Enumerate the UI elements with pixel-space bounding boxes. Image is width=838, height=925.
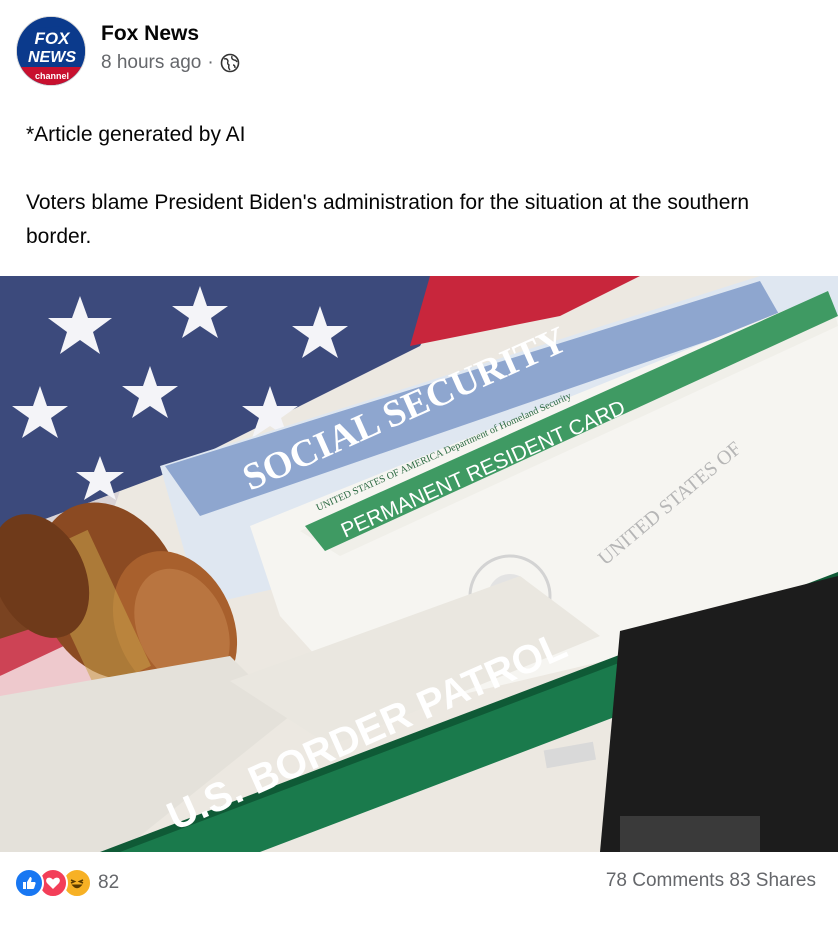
meta-separator: · — [207, 52, 214, 73]
post-header: FOX NEWS channel Fox News 8 hours ago · — [16, 16, 816, 88]
like-icon — [14, 868, 44, 898]
post-message: *Article generated by AI Voters blame Pr… — [26, 118, 816, 254]
fox-news-logo: FOX NEWS channel — [17, 17, 85, 85]
reactions-summary[interactable]: 82 — [14, 868, 119, 898]
post-message-line-2: Voters blame President Biden's administr… — [26, 191, 750, 248]
reaction-count: 82 — [98, 872, 120, 893]
logo-text-channel: channel — [35, 71, 69, 81]
page-name[interactable]: Fox News — [101, 22, 199, 46]
post-message-line-1: *Article generated by AI — [26, 123, 246, 146]
globe-icon[interactable] — [220, 53, 240, 73]
post-image[interactable]: SOCIAL SECURITY UNITED STATES OF AMERICA… — [0, 276, 838, 852]
logo-text-fox: FOX — [35, 29, 72, 48]
comments-count-link[interactable]: 78 Comments — [606, 870, 724, 891]
page-avatar[interactable]: FOX NEWS channel — [16, 16, 86, 86]
post-timestamp[interactable]: 8 hours ago — [101, 52, 201, 74]
logo-text-news: NEWS — [28, 49, 76, 66]
post-stats: 78 Comments 83 Shares — [606, 870, 816, 892]
post-meta: 8 hours ago · — [101, 52, 240, 74]
post-footer: 82 78 Comments 83 Shares — [0, 852, 838, 925]
post-photo: SOCIAL SECURITY UNITED STATES OF AMERICA… — [0, 276, 838, 852]
shares-count-link[interactable]: 83 Shares — [729, 870, 816, 891]
